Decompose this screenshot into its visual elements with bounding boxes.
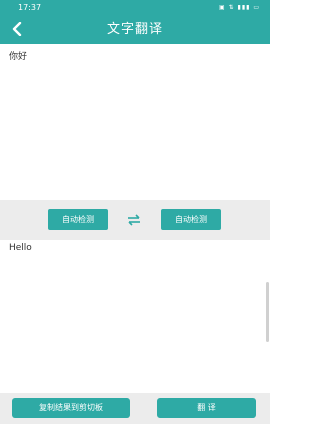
source-text-area[interactable]: 你好 bbox=[0, 44, 270, 200]
translate-screen: 17:37 ▣ ⇅ ▮▮▮ ▭ 文字翻译 你好 自动检测 自动检测 Hello … bbox=[0, 0, 270, 424]
result-text-area[interactable]: Hello bbox=[0, 240, 270, 393]
result-text: Hello bbox=[9, 243, 32, 253]
status-bar: 17:37 ▣ ⇅ ▮▮▮ ▭ bbox=[0, 0, 270, 15]
source-language-button[interactable]: 自动检测 bbox=[48, 209, 108, 230]
copy-result-button[interactable]: 复制结果到剪切板 bbox=[12, 398, 130, 418]
translate-button[interactable]: 翻 译 bbox=[157, 398, 256, 418]
swap-arrows-icon[interactable] bbox=[126, 212, 142, 228]
app-bar: 文字翻译 bbox=[0, 15, 270, 44]
target-language-button[interactable]: 自动检测 bbox=[161, 209, 221, 230]
action-bar: 复制结果到剪切板 翻 译 bbox=[0, 393, 270, 424]
status-time: 17:37 bbox=[18, 3, 42, 12]
status-icons: ▣ ⇅ ▮▮▮ ▭ bbox=[219, 4, 260, 11]
scrollbar[interactable] bbox=[266, 282, 269, 342]
language-bar: 自动检测 自动检测 bbox=[0, 200, 270, 240]
page-title: 文字翻译 bbox=[106, 22, 163, 37]
source-text: 你好 bbox=[9, 52, 28, 62]
